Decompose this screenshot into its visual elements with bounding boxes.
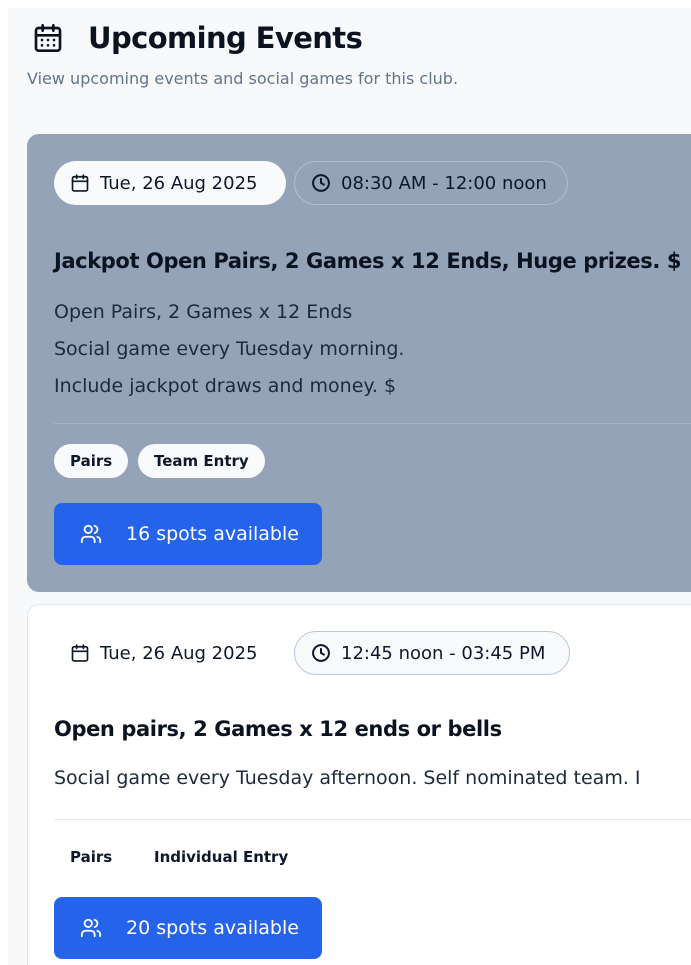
description-line: Social game every Tuesday afternoon. Sel… <box>54 767 641 789</box>
description-line: Open Pairs, 2 Games x 12 Ends <box>54 301 353 323</box>
card-divider <box>54 819 691 820</box>
calendar-icon <box>71 174 89 192</box>
title-row: Upcoming Events <box>32 20 363 56</box>
description-line: Include jackpot draws and money. $ <box>54 375 397 397</box>
tag-badge: Pairs <box>54 444 129 478</box>
spots-label: 20 spots available <box>126 917 299 939</box>
calendar-icon <box>71 644 89 662</box>
page-subtitle: View upcoming events and social games fo… <box>27 69 459 88</box>
events-page: Upcoming Events View upcoming events and… <box>8 8 691 965</box>
card-divider <box>54 423 691 424</box>
event-title: Jackpot Open Pairs, 2 Games x 12 Ends, H… <box>54 249 682 273</box>
event-description: Open Pairs, 2 Games x 12 Ends Social gam… <box>54 294 404 405</box>
event-card[interactable]: Tue, 26 Aug 2025 12:45 noon - 03:45 PM O… <box>27 604 691 965</box>
clock-icon <box>312 174 330 192</box>
event-time: 08:30 AM - 12:00 noon <box>341 172 547 194</box>
tag-badge: Individual Entry <box>154 848 289 866</box>
event-title: Open pairs, 2 Games x 12 ends or bells <box>54 717 502 741</box>
event-time: 12:45 noon - 03:45 PM <box>341 642 546 664</box>
event-card[interactable]: Tue, 26 Aug 2025 08:30 AM - 12:00 noon J… <box>27 134 691 592</box>
event-description: Social game every Tuesday afternoon. Sel… <box>54 760 641 797</box>
tag-badge: Pairs <box>70 848 113 866</box>
users-icon <box>80 918 102 938</box>
event-date-chip: Tue, 26 Aug 2025 <box>54 631 286 675</box>
event-date-chip: Tue, 26 Aug 2025 <box>54 161 286 205</box>
clock-icon <box>312 644 330 662</box>
spots-available-button[interactable]: 20 spots available <box>54 897 322 959</box>
users-icon <box>80 524 102 544</box>
page-title: Upcoming Events <box>88 21 363 55</box>
description-line: Social game every Tuesday morning. <box>54 338 405 360</box>
spots-label: 16 spots available <box>126 523 299 545</box>
event-date: Tue, 26 Aug 2025 <box>100 172 258 194</box>
calendar-icon <box>34 24 62 52</box>
tag-badge: Team Entry <box>138 444 265 478</box>
event-time-chip: 08:30 AM - 12:00 noon <box>294 161 568 205</box>
event-date: Tue, 26 Aug 2025 <box>100 642 258 664</box>
event-time-chip: 12:45 noon - 03:45 PM <box>294 631 570 675</box>
spots-available-button[interactable]: 16 spots available <box>54 503 322 565</box>
